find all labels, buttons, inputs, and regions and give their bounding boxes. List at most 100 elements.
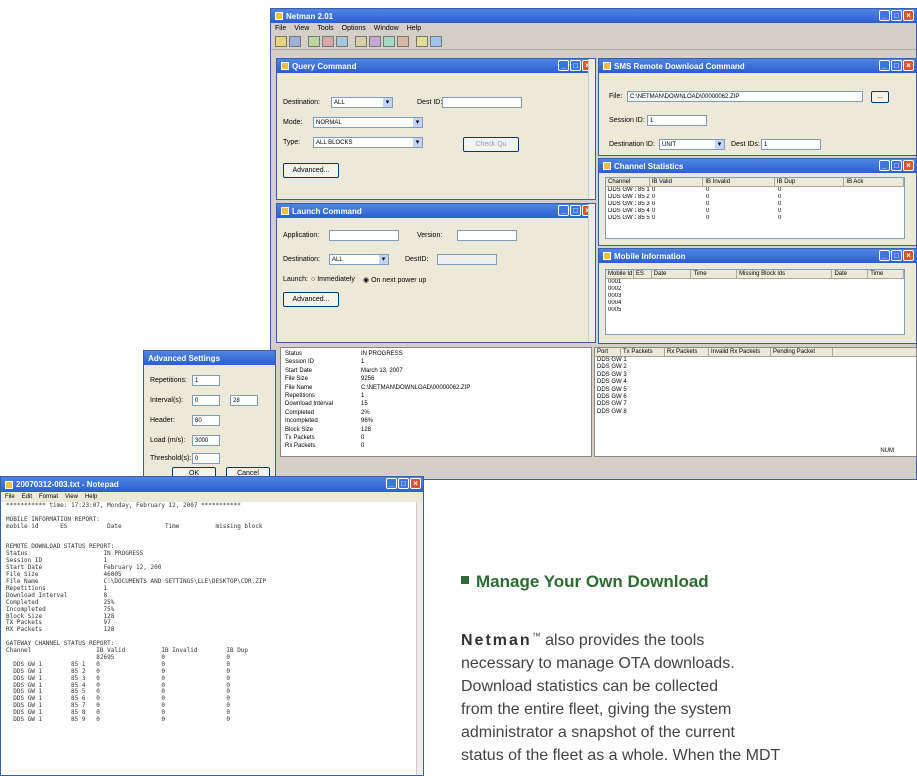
minimize-icon[interactable]: _ — [558, 60, 569, 71]
column-header[interactable]: IB Valid — [650, 178, 704, 186]
close-icon[interactable]: × — [903, 10, 914, 21]
menu-file[interactable]: File — [5, 492, 15, 502]
load-input[interactable]: 3000 — [192, 435, 220, 446]
table-row[interactable]: DDS GW 2 — [597, 364, 916, 371]
table-row[interactable]: 0004 — [606, 300, 904, 307]
column-header[interactable]: IB Invalid — [703, 178, 775, 186]
interval-input[interactable]: 0 — [192, 395, 220, 406]
column-header[interactable]: Date — [652, 270, 692, 278]
launch-dest-id-input[interactable] — [437, 254, 497, 265]
table-row[interactable]: DDS GW 1 85 1000 — [606, 187, 904, 194]
table-row[interactable]: DDS GW 4 — [597, 379, 916, 386]
table-row[interactable]: DDS GW 8 — [597, 409, 916, 416]
column-header[interactable]: Mobile Id — [606, 270, 634, 278]
column-header[interactable]: Rx Packets — [665, 348, 709, 356]
table-row[interactable]: DDS GW 1 85 3000 — [606, 201, 904, 208]
column-header[interactable]: ES — [634, 270, 652, 278]
menu-options[interactable]: Options — [342, 23, 366, 34]
threshold-input[interactable]: 0 — [192, 453, 220, 464]
maximize-icon[interactable]: □ — [891, 250, 902, 261]
toolbar-save-icon[interactable] — [289, 36, 301, 47]
column-header[interactable]: Invalid Rx Packets — [709, 348, 771, 356]
launch-advanced-button[interactable]: Advanced... — [283, 292, 339, 307]
notepad-scrollbar[interactable] — [416, 502, 423, 775]
check-query-button[interactable]: Check Qu — [463, 137, 519, 152]
dest-id-input[interactable] — [442, 97, 522, 108]
table-row[interactable]: DDS GW 3 — [597, 372, 916, 379]
launch-scrollbar[interactable] — [588, 204, 595, 342]
toolbar-download-icon[interactable] — [336, 36, 348, 47]
header-input[interactable]: 80 — [192, 415, 220, 426]
menu-file[interactable]: File — [275, 23, 286, 34]
table-row[interactable]: DDS GW 1 85 2000 — [606, 194, 904, 201]
table-row[interactable]: DDS GW 1 85 4000 — [606, 208, 904, 215]
toolbar-query-icon[interactable] — [308, 36, 320, 47]
menu-view[interactable]: View — [65, 492, 78, 502]
toolbar-info-icon[interactable] — [416, 36, 428, 47]
toolbar-mobile-icon[interactable] — [369, 36, 381, 47]
close-icon[interactable]: × — [903, 250, 914, 261]
column-header[interactable]: IB Ack — [844, 178, 904, 186]
close-icon[interactable]: × — [903, 60, 914, 71]
toolbar-stats-icon[interactable] — [355, 36, 367, 47]
type-select[interactable]: ALL BLOCKS — [313, 137, 423, 148]
session-id-input[interactable]: 1 — [647, 115, 707, 126]
radio-on-power-up[interactable]: ◉ On next power up — [363, 276, 426, 284]
dest-ids-input[interactable]: 1 — [761, 139, 821, 150]
minimize-icon[interactable]: _ — [558, 205, 569, 216]
maximize-icon[interactable]: □ — [891, 60, 902, 71]
radio-immediately[interactable]: ○ Immediately — [311, 276, 355, 283]
maximize-icon[interactable]: □ — [891, 160, 902, 171]
maximize-icon[interactable]: □ — [570, 205, 581, 216]
menu-help[interactable]: Help — [85, 492, 97, 502]
table-row[interactable]: DDS GW 7 — [597, 401, 916, 408]
menu-help[interactable]: Help — [407, 23, 421, 34]
minimize-icon[interactable]: _ — [386, 478, 397, 489]
menu-format[interactable]: Format — [39, 492, 58, 502]
query-advanced-button[interactable]: Advanced... — [283, 163, 339, 178]
repetitions-input[interactable]: 1 — [192, 375, 220, 386]
application-input[interactable] — [329, 230, 399, 241]
interval-input-secondary[interactable]: 28 — [230, 395, 258, 406]
column-header[interactable]: Time — [868, 270, 904, 278]
maximize-icon[interactable]: □ — [570, 60, 581, 71]
table-row[interactable]: 0001 — [606, 279, 904, 286]
table-row[interactable]: DDS GW 1 85 5000 — [606, 215, 904, 222]
table-row[interactable]: DDS GW 6 — [597, 394, 916, 401]
browse-button[interactable]: ... — [871, 91, 889, 103]
mode-select[interactable]: NORMAL — [313, 117, 423, 128]
table-row[interactable]: 0002 — [606, 286, 904, 293]
column-header[interactable]: Tx Packets — [621, 348, 665, 356]
minimize-icon[interactable]: _ — [879, 160, 890, 171]
column-header[interactable]: IB Dup — [775, 178, 845, 186]
toolbar-report-icon[interactable] — [383, 36, 395, 47]
table-row[interactable]: 0005 — [606, 307, 904, 314]
column-header[interactable]: Pending Packet — [771, 348, 833, 356]
menu-edit[interactable]: Edit — [22, 492, 32, 502]
query-scrollbar[interactable] — [588, 59, 595, 199]
column-header[interactable]: Date — [832, 270, 869, 278]
close-icon[interactable]: × — [903, 160, 914, 171]
table-row[interactable]: DDS GW 5 — [597, 387, 916, 394]
maximize-icon[interactable]: □ — [891, 10, 902, 21]
notepad-text-area[interactable]: *********** time: 17:23:07, Monday, Febr… — [1, 502, 423, 725]
maximize-icon[interactable]: □ — [398, 478, 409, 489]
column-header[interactable]: Port — [595, 348, 621, 356]
column-header[interactable]: Channel — [606, 178, 650, 186]
column-header[interactable]: Time — [691, 270, 738, 278]
destination-select[interactable]: ALL — [331, 97, 393, 108]
file-input[interactable]: C:\NETMAN\DOWNLOAD\00000062.ZIP — [627, 91, 863, 102]
column-header[interactable]: Missing Block lds — [737, 270, 833, 278]
version-input[interactable] — [457, 230, 517, 241]
table-row[interactable]: DDS GW 1 — [597, 357, 916, 364]
toolbar-launch-icon[interactable] — [322, 36, 334, 47]
menu-tools[interactable]: Tools — [317, 23, 333, 34]
minimize-icon[interactable]: _ — [879, 250, 890, 261]
launch-destination-select[interactable]: ALL — [329, 254, 389, 265]
toolbar-help-icon[interactable] — [430, 36, 442, 47]
table-row[interactable]: 0003 — [606, 293, 904, 300]
menu-view[interactable]: View — [294, 23, 309, 34]
toolbar-open-icon[interactable] — [275, 36, 287, 47]
minimize-icon[interactable]: _ — [879, 10, 890, 21]
menu-window[interactable]: Window — [374, 23, 399, 34]
